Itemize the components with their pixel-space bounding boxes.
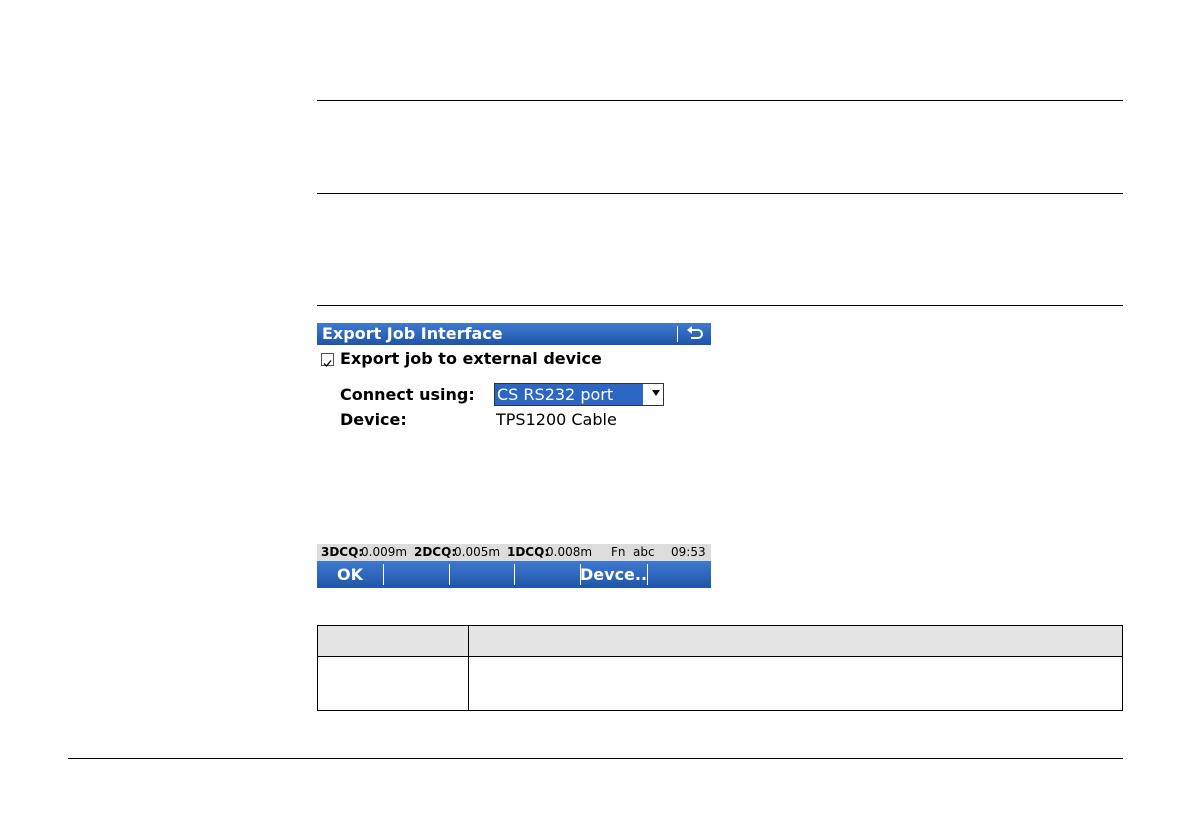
table-header-row: [317, 625, 1123, 657]
device-value: TPS1200 Cable: [496, 410, 617, 429]
status-fn: Fn: [611, 545, 626, 559]
export-checkbox-label: Export job to external device: [340, 349, 602, 368]
export-job-screen: Export Job Interface Export job to exter…: [317, 323, 711, 588]
status-time: 09:53: [671, 545, 706, 559]
dropdown-arrow-icon[interactable]: [652, 390, 660, 396]
export-checkbox[interactable]: [321, 353, 334, 367]
status-1dcq-value: 0.008m: [546, 545, 593, 559]
section-rule-1: [317, 193, 1123, 194]
top-rule: [317, 100, 1123, 101]
footer-rule: [68, 758, 1123, 759]
device-label: Device:: [340, 410, 407, 429]
section-rule-2: [317, 305, 1123, 306]
status-3dcq-value: 0.009m: [361, 545, 408, 559]
softkey-ok[interactable]: OK: [317, 561, 383, 588]
title-bar: Export Job Interface: [317, 323, 711, 345]
softkey-2[interactable]: [383, 561, 449, 588]
softkey-bar: OK Devce..: [317, 561, 711, 588]
screen-title: Export Job Interface: [322, 324, 503, 343]
status-bar: 3DCQ: 0.009m 2DCQ: 0.005m 1DCQ: 0.008m F…: [317, 544, 711, 561]
table-header-cell: [317, 625, 469, 657]
status-2dcq-label: 2DCQ:: [414, 545, 457, 559]
table-cell: [317, 656, 469, 711]
status-2dcq-value: 0.005m: [454, 545, 501, 559]
softkey-4[interactable]: [514, 561, 580, 588]
back-arrow-icon[interactable]: [683, 323, 707, 345]
description-table: [317, 625, 1123, 711]
title-separator: [677, 326, 678, 342]
connect-using-value: CS RS232 port: [495, 384, 643, 405]
softkey-device[interactable]: Devce..: [580, 561, 647, 588]
softkey-6[interactable]: [647, 561, 711, 588]
status-input-mode: abc: [633, 545, 655, 559]
table-header-cell: [468, 625, 1123, 657]
softkey-3[interactable]: [449, 561, 515, 588]
status-1dcq-label: 1DCQ:: [507, 545, 550, 559]
table-cell: [468, 656, 1123, 711]
connect-using-label: Connect using:: [340, 385, 475, 404]
table-row: [317, 656, 1123, 711]
connect-using-dropdown[interactable]: CS RS232 port: [494, 383, 664, 406]
status-3dcq-label: 3DCQ:: [321, 545, 364, 559]
